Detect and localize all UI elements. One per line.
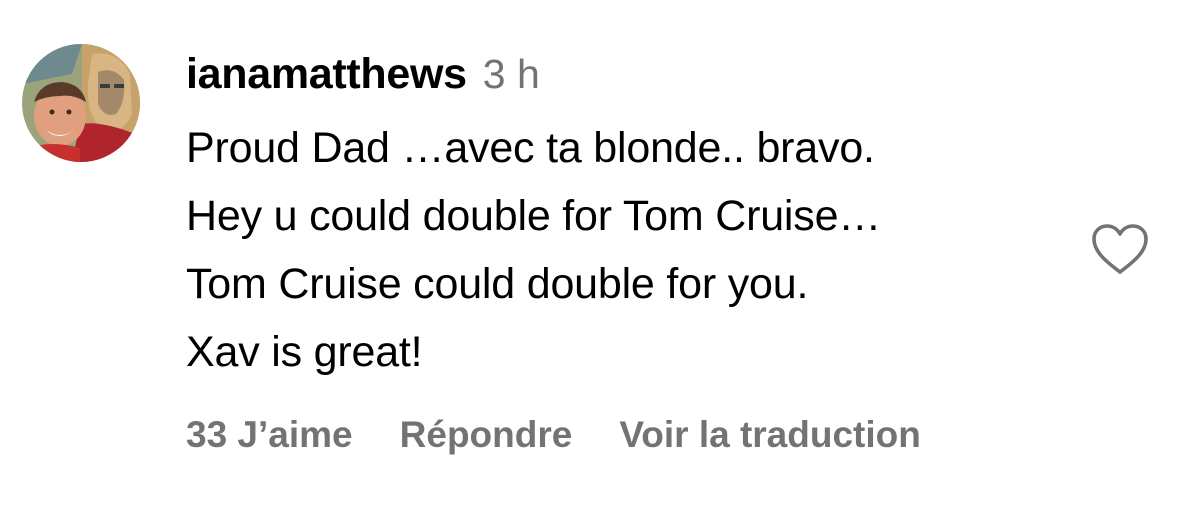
- comment-header: ianamatthews 3 h: [186, 50, 1076, 108]
- comment: ianamatthews 3 h Proud Dad …avec ta blon…: [0, 0, 1200, 518]
- profile-photo: [22, 44, 140, 162]
- username-link[interactable]: ianamatthews: [186, 50, 467, 99]
- like-button[interactable]: [1090, 222, 1150, 276]
- translate-button[interactable]: Voir la traduction: [619, 414, 921, 456]
- comment-text-line: Hey u could double for Tom Cruise…: [186, 192, 882, 240]
- comment-text: Proud Dad …avec ta blonde.. bravo. Hey u…: [186, 114, 1076, 386]
- timestamp[interactable]: 3 h: [483, 51, 540, 98]
- reply-button[interactable]: Répondre: [400, 414, 573, 456]
- likes-count-button[interactable]: 33 J’aime: [186, 414, 353, 456]
- comment-text-line: Proud Dad …avec ta blonde.. bravo.: [186, 124, 875, 172]
- comment-text-line: Tom Cruise could double for you.: [186, 260, 809, 308]
- heart-outline-icon: [1092, 224, 1148, 274]
- comment-text-line: Xav is great!: [186, 328, 423, 376]
- comment-body: ianamatthews 3 h Proud Dad …avec ta blon…: [186, 50, 1076, 386]
- comment-actions: 33 J’aime Répondre Voir la traduction: [186, 414, 968, 456]
- avatar[interactable]: [22, 44, 140, 162]
